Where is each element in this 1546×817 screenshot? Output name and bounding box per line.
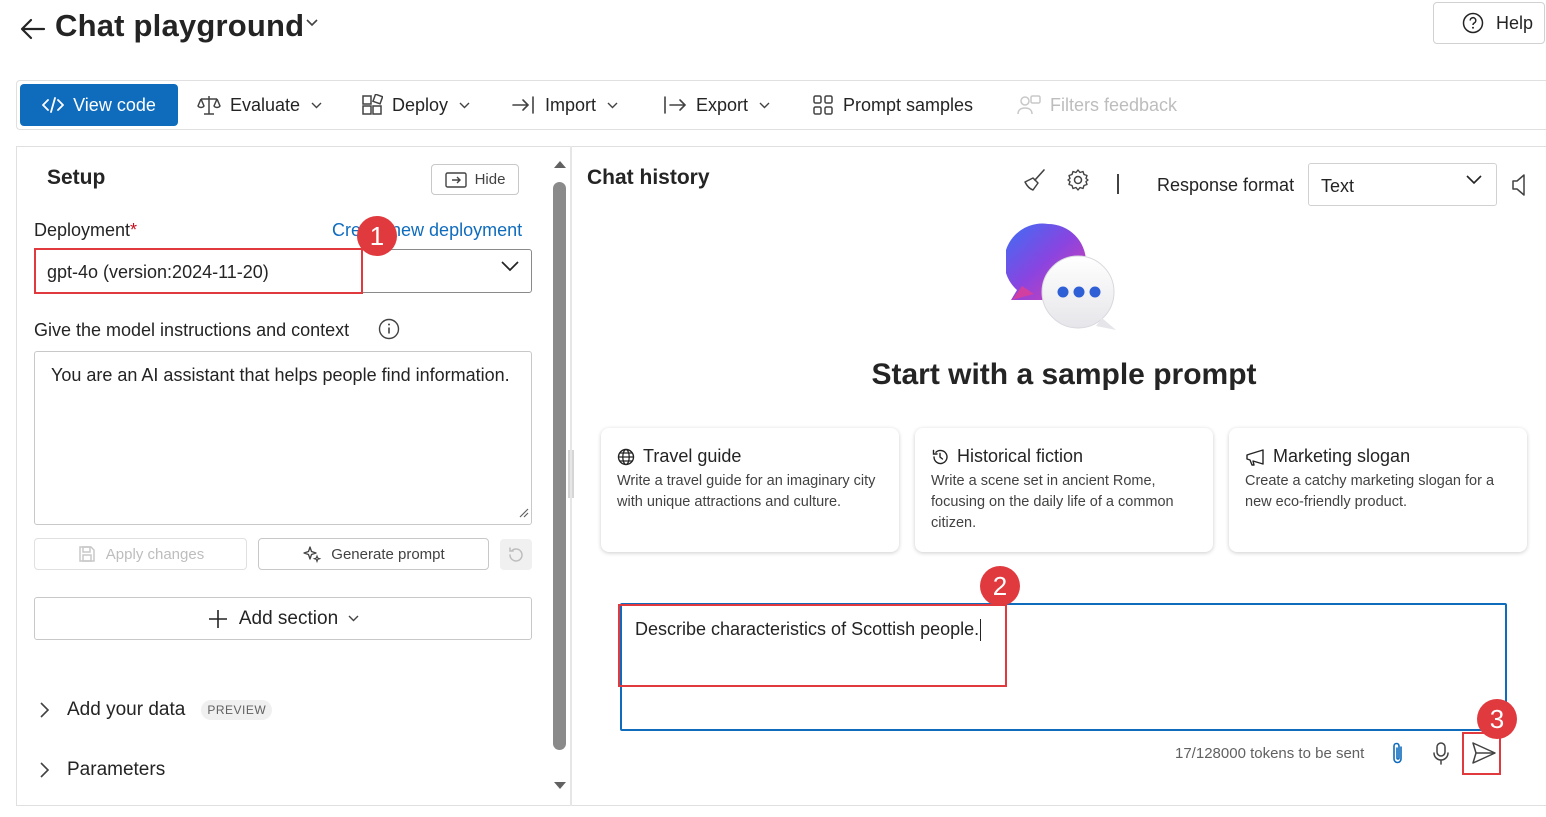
annotation-highlight-input xyxy=(618,604,1007,687)
generate-prompt-label: Generate prompt xyxy=(331,545,445,563)
card-title: Historical fiction xyxy=(957,446,1084,466)
chevron-down-icon xyxy=(607,102,618,109)
annotation-highlight-deployment xyxy=(34,248,363,294)
chevron-down-icon xyxy=(348,615,359,622)
save-icon xyxy=(77,544,97,564)
speaker-icon[interactable] xyxy=(1511,172,1527,198)
microphone-icon[interactable] xyxy=(1432,741,1450,767)
add-section-button[interactable]: Add section xyxy=(34,597,532,640)
card-title: Travel guide xyxy=(643,446,742,466)
chat-history-title: Chat history xyxy=(587,166,710,189)
annotation-badge-3: 3 xyxy=(1477,699,1517,739)
deployment-label: Deployment* xyxy=(34,220,138,240)
sample-card-marketing-slogan[interactable]: Marketing slogan Create a catchy marketi… xyxy=(1229,428,1527,552)
prompt-samples-label: Prompt samples xyxy=(843,94,974,115)
help-icon xyxy=(1462,12,1484,34)
scale-icon xyxy=(197,94,221,116)
card-description: Write a travel guide for an imaginary ci… xyxy=(617,473,876,510)
add-your-data-label: Add your data xyxy=(67,699,186,720)
people-feedback-icon xyxy=(1017,94,1041,116)
panel-collapse-icon xyxy=(444,171,467,188)
evaluate-button[interactable]: Evaluate xyxy=(197,81,322,129)
undo-icon xyxy=(506,545,526,565)
resize-grip-icon[interactable] xyxy=(517,506,529,518)
import-button[interactable]: Import xyxy=(512,81,618,129)
chevron-down-icon xyxy=(459,102,470,109)
add-section-label: Add section xyxy=(238,607,339,629)
cube-icon xyxy=(361,94,383,116)
scroll-up-arrow-icon[interactable] xyxy=(552,158,568,170)
instructions-label: Give the model instructions and context xyxy=(34,320,350,340)
export-button[interactable]: Export xyxy=(663,81,770,129)
grid-icon xyxy=(812,94,834,116)
apply-changes-button[interactable]: Apply changes xyxy=(34,538,247,570)
chat-bubbles-illustration xyxy=(1006,222,1120,334)
history-icon xyxy=(931,448,949,466)
chevron-down-icon xyxy=(311,102,322,109)
info-icon[interactable] xyxy=(378,318,400,340)
scroll-down-arrow-icon[interactable] xyxy=(552,780,568,792)
broom-icon[interactable] xyxy=(1022,168,1048,194)
export-icon xyxy=(663,96,687,114)
filters-feedback-button[interactable]: Filters feedback xyxy=(1017,81,1177,129)
preview-badge: PREVIEW xyxy=(201,700,273,720)
deploy-button[interactable]: Deploy xyxy=(361,81,470,129)
filters-feedback-label: Filters feedback xyxy=(1050,94,1178,115)
sample-prompt-heading: Start with a sample prompt xyxy=(871,358,1257,391)
parameters-label: Parameters xyxy=(67,759,166,780)
hide-button[interactable]: Hide xyxy=(431,164,519,195)
sample-card-travel-guide[interactable]: Travel guide Write a travel guide for an… xyxy=(601,428,899,552)
card-title: Marketing slogan xyxy=(1273,446,1411,466)
chevron-down-icon xyxy=(1465,174,1483,185)
view-code-label: View code xyxy=(73,94,156,115)
evaluate-label: Evaluate xyxy=(230,94,301,115)
parameters-accordion[interactable]: Parameters xyxy=(38,759,165,781)
code-icon xyxy=(42,97,65,113)
page-title: Chat playground xyxy=(55,8,305,43)
attach-paperclip-icon[interactable] xyxy=(1390,741,1406,767)
annotation-badge-1: 1 xyxy=(357,216,397,256)
help-button[interactable]: Help xyxy=(1433,2,1545,44)
setup-title: Setup xyxy=(47,166,106,189)
reset-button[interactable] xyxy=(500,539,532,570)
back-arrow-icon[interactable] xyxy=(18,14,48,44)
title-chevron-down-icon[interactable] xyxy=(305,18,319,28)
scrollbar-thumb[interactable] xyxy=(553,182,566,750)
required-mark: * xyxy=(130,220,138,240)
prompt-samples-button[interactable]: Prompt samples xyxy=(812,81,973,129)
sparkle-icon xyxy=(302,544,322,564)
annotation-badge-2: 2 xyxy=(980,566,1020,606)
toolbar-divider xyxy=(1117,174,1119,194)
deploy-label: Deploy xyxy=(392,94,449,115)
toolbar: View code Evaluate Deploy Import Export … xyxy=(16,80,1546,130)
chevron-down-icon xyxy=(759,102,770,109)
card-description: Create a catchy marketing slogan for a n… xyxy=(1245,473,1495,510)
add-your-data-accordion[interactable]: Add your data PREVIEW xyxy=(38,699,273,721)
globe-icon xyxy=(617,448,635,466)
hide-label: Hide xyxy=(474,171,506,188)
generate-prompt-button[interactable]: Generate prompt xyxy=(258,538,489,570)
chevron-right-icon xyxy=(38,701,50,719)
help-label: Help xyxy=(1496,12,1534,33)
token-counter: 17/128000 tokens to be sent xyxy=(1175,745,1365,762)
chevron-right-icon xyxy=(38,761,50,779)
view-code-button[interactable]: View code xyxy=(20,84,178,126)
sample-card-historical-fiction[interactable]: Historical fiction Write a scene set in … xyxy=(915,428,1213,552)
gear-icon[interactable] xyxy=(1066,168,1090,192)
plus-icon xyxy=(207,608,229,630)
apply-changes-label: Apply changes xyxy=(105,545,205,563)
instructions-textarea[interactable]: You are an AI assistant that helps peopl… xyxy=(34,351,532,525)
import-label: Import xyxy=(545,94,597,115)
chevron-down-icon xyxy=(500,260,520,272)
megaphone-icon xyxy=(1245,448,1265,466)
export-label: Export xyxy=(696,94,749,115)
card-description: Write a scene set in ancient Rome, focus… xyxy=(931,473,1174,531)
import-icon xyxy=(512,96,536,114)
response-format-label: Response format xyxy=(1157,175,1295,195)
